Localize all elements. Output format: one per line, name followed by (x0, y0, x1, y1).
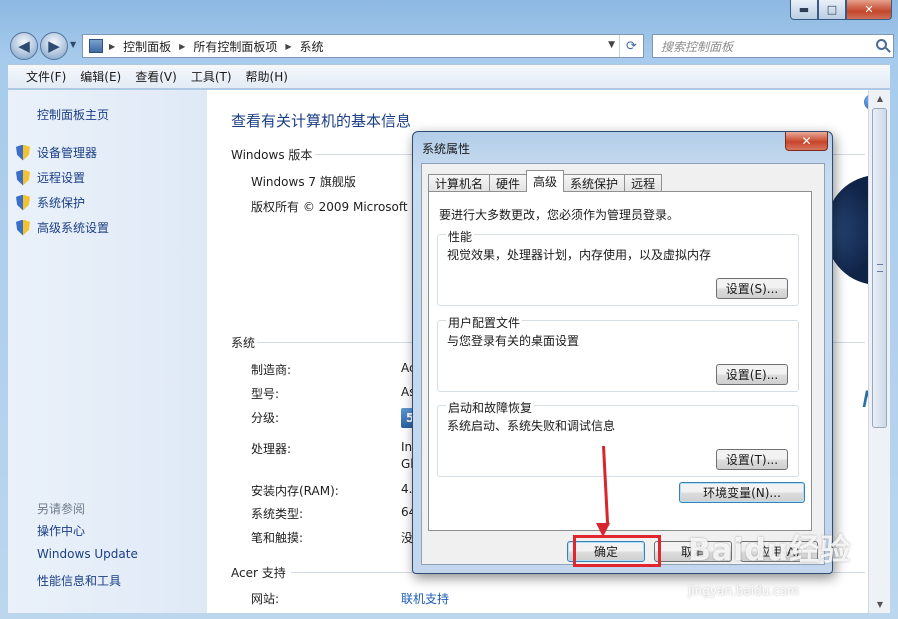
processor-label: 处理器: (251, 442, 292, 456)
environment-variables-button[interactable]: 环境变量(N)... (679, 482, 805, 503)
page-title: 查看有关计算机的基本信息 (231, 112, 412, 130)
online-support-link[interactable]: 联机支持 (401, 590, 449, 607)
see-also-heading: 另请参阅 (37, 502, 86, 516)
control-panel-icon (89, 39, 103, 53)
manufacturer-label: 制造商: (251, 363, 292, 377)
menu-bar: 文件(F) 编辑(E) 查看(V) 工具(T) 帮助(H) (8, 64, 890, 89)
processor-value: In (401, 440, 413, 454)
minimize-button[interactable]: ▬ (790, 0, 818, 20)
vertical-scrollbar[interactable]: ▲ ▼ (868, 90, 890, 613)
sidebar-item-label: 系统保护 (37, 196, 86, 210)
admin-note: 要进行大多数更改，您必须作为管理员登录。 (439, 208, 680, 222)
startup-recovery-group: 启动和故障恢复 系统启动、系统失败和调试信息 设置(T)... (437, 399, 799, 477)
website-label: 网站: (251, 592, 280, 606)
user-profiles-group: 用户配置文件 与您登录有关的桌面设置 设置(E)... (437, 314, 799, 392)
breadcrumb-control-panel[interactable]: 控制面板 (123, 38, 171, 55)
navigation-bar: ◀ ▶ ▼ ▶ 控制面板 ▶ 所有控制面板项 ▶ 系统 ▼ ⟳ 搜索控制面板 (6, 30, 894, 62)
menu-tools[interactable]: 工具(T) (191, 68, 232, 85)
menu-help[interactable]: 帮助(H) (246, 68, 288, 85)
breadcrumb-all-items[interactable]: 所有控制面板项 (193, 38, 277, 55)
group-desc: 系统启动、系统失败和调试信息 (447, 419, 616, 433)
group-title: 启动和故障恢复 (446, 399, 535, 416)
sidebar-item-system-protection[interactable]: 系统保护 (16, 190, 109, 215)
sidebar-item-device-manager[interactable]: 设备管理器 (16, 140, 109, 165)
caption-buttons: ▬ □ ✕ (790, 0, 892, 20)
dialog-title: 系统属性 (422, 142, 471, 156)
group-desc: 视觉效果，处理器计划，内存使用，以及虚拟内存 (447, 248, 712, 262)
breadcrumb-arrow-icon[interactable]: ▶ (285, 42, 291, 51)
sidebar-task-list: 设备管理器 远程设置 系统保护 高级系统设置 (16, 140, 109, 240)
ram-label: 安装内存(RAM): (251, 484, 339, 498)
scroll-down-icon[interactable]: ▼ (869, 596, 891, 613)
refresh-icon[interactable]: ⟳ (619, 35, 643, 57)
search-placeholder: 搜索控制面板 (661, 39, 734, 54)
close-button[interactable]: ✕ (846, 0, 892, 20)
edition-header: Windows 版本 (231, 148, 313, 162)
sidebar-item-label: 高级系统设置 (37, 221, 110, 235)
baidu-watermark-url: jingyan.baidu.com (688, 584, 799, 598)
copyright-text: 版权所有 © 2009 Microsoft C (251, 200, 420, 214)
shield-icon (16, 194, 30, 211)
system-type-label: 系统类型: (251, 507, 304, 521)
search-icon[interactable] (876, 39, 887, 50)
see-also-links: 操作中心 Windows Update 性能信息和工具 (37, 522, 138, 597)
shield-icon (16, 144, 30, 161)
tab-advanced[interactable]: 高级 (526, 170, 565, 192)
rating-label: 分级: (251, 411, 280, 425)
advanced-tab-panel: 要进行大多数更改，您必须作为管理员登录。 性能 视觉效果，处理器计划，内存使用，… (428, 191, 812, 531)
sidebar-home-link[interactable]: 控制面板主页 (37, 106, 109, 123)
system-properties-dialog: 系统属性 ✕ 计算机名 硬件 高级 系统保护 远程 要进行大多数更改，您必须作为… (412, 131, 833, 574)
dialog-close-button[interactable]: ✕ (785, 132, 828, 151)
link-performance-tools[interactable]: 性能信息和工具 (37, 572, 138, 597)
breadcrumb-system[interactable]: 系统 (300, 38, 324, 55)
model-label: 型号: (251, 387, 280, 401)
baidu-watermark: Baidu经验 (688, 533, 852, 568)
edition-value: Windows 7 旗舰版 (251, 175, 356, 189)
recent-pages-dropdown-icon[interactable]: ▼ (70, 40, 76, 49)
back-arrow-icon[interactable]: ◀ (10, 32, 38, 60)
menu-edit[interactable]: 编辑(E) (80, 68, 121, 85)
group-title: 性能 (446, 228, 475, 245)
shield-icon (16, 219, 30, 236)
pen-touch-label: 笔和触摸: (251, 531, 304, 545)
breadcrumb-arrow-icon[interactable]: ▶ (109, 42, 115, 51)
search-input[interactable]: 搜索控制面板 (652, 34, 894, 58)
tab-hardware[interactable]: 硬件 (489, 174, 528, 192)
sidebar-item-advanced-settings[interactable]: 高级系统设置 (16, 215, 109, 240)
grip-icon (877, 264, 883, 272)
tab-remote[interactable]: 远程 (624, 174, 663, 192)
performance-settings-button[interactable]: 设置(S)... (716, 278, 788, 299)
link-action-center[interactable]: 操作中心 (37, 522, 138, 547)
shield-icon (16, 169, 30, 186)
sidebar-item-remote-settings[interactable]: 远程设置 (16, 165, 109, 190)
system-header: 系统 (231, 336, 256, 350)
startup-recovery-settings-button[interactable]: 设置(T)... (716, 449, 788, 470)
scroll-thumb[interactable] (872, 108, 887, 428)
user-profiles-settings-button[interactable]: 设置(E)... (716, 364, 788, 385)
ok-highlight-box (573, 535, 661, 567)
address-dropdown-icon[interactable]: ▼ (608, 40, 615, 50)
sidebar-item-label: 设备管理器 (37, 146, 98, 160)
group-title: 用户配置文件 (446, 314, 523, 331)
breadcrumb-arrow-icon[interactable]: ▶ (179, 42, 185, 51)
performance-group: 性能 视觉效果，处理器计划，内存使用，以及虚拟内存 设置(S)... (437, 228, 799, 306)
dialog-body: 计算机名 硬件 高级 系统保护 远程 要进行大多数更改，您必须作为管理员登录。 … (421, 163, 825, 565)
scroll-up-icon[interactable]: ▲ (869, 90, 891, 107)
maximize-button[interactable]: □ (818, 0, 846, 20)
support-header: Acer 支持 (231, 566, 286, 580)
menu-view[interactable]: 查看(V) (135, 68, 177, 85)
menu-file[interactable]: 文件(F) (26, 68, 66, 85)
sidebar-item-label: 远程设置 (37, 171, 86, 185)
tab-computer-name[interactable]: 计算机名 (428, 174, 491, 192)
tab-system-protection[interactable]: 系统保护 (563, 174, 626, 192)
group-desc: 与您登录有关的桌面设置 (447, 334, 580, 348)
sidebar: 控制面板主页 设备管理器 远程设置 系统保护 高级系统设置 另请参阅 操作中心 … (8, 90, 207, 613)
tab-strip: 计算机名 硬件 高级 系统保护 远程 (428, 170, 663, 192)
forward-arrow-icon[interactable]: ▶ (40, 32, 68, 60)
link-windows-update[interactable]: Windows Update (37, 547, 138, 572)
address-bar[interactable]: ▶ 控制面板 ▶ 所有控制面板项 ▶ 系统 ▼ ⟳ (82, 34, 644, 58)
